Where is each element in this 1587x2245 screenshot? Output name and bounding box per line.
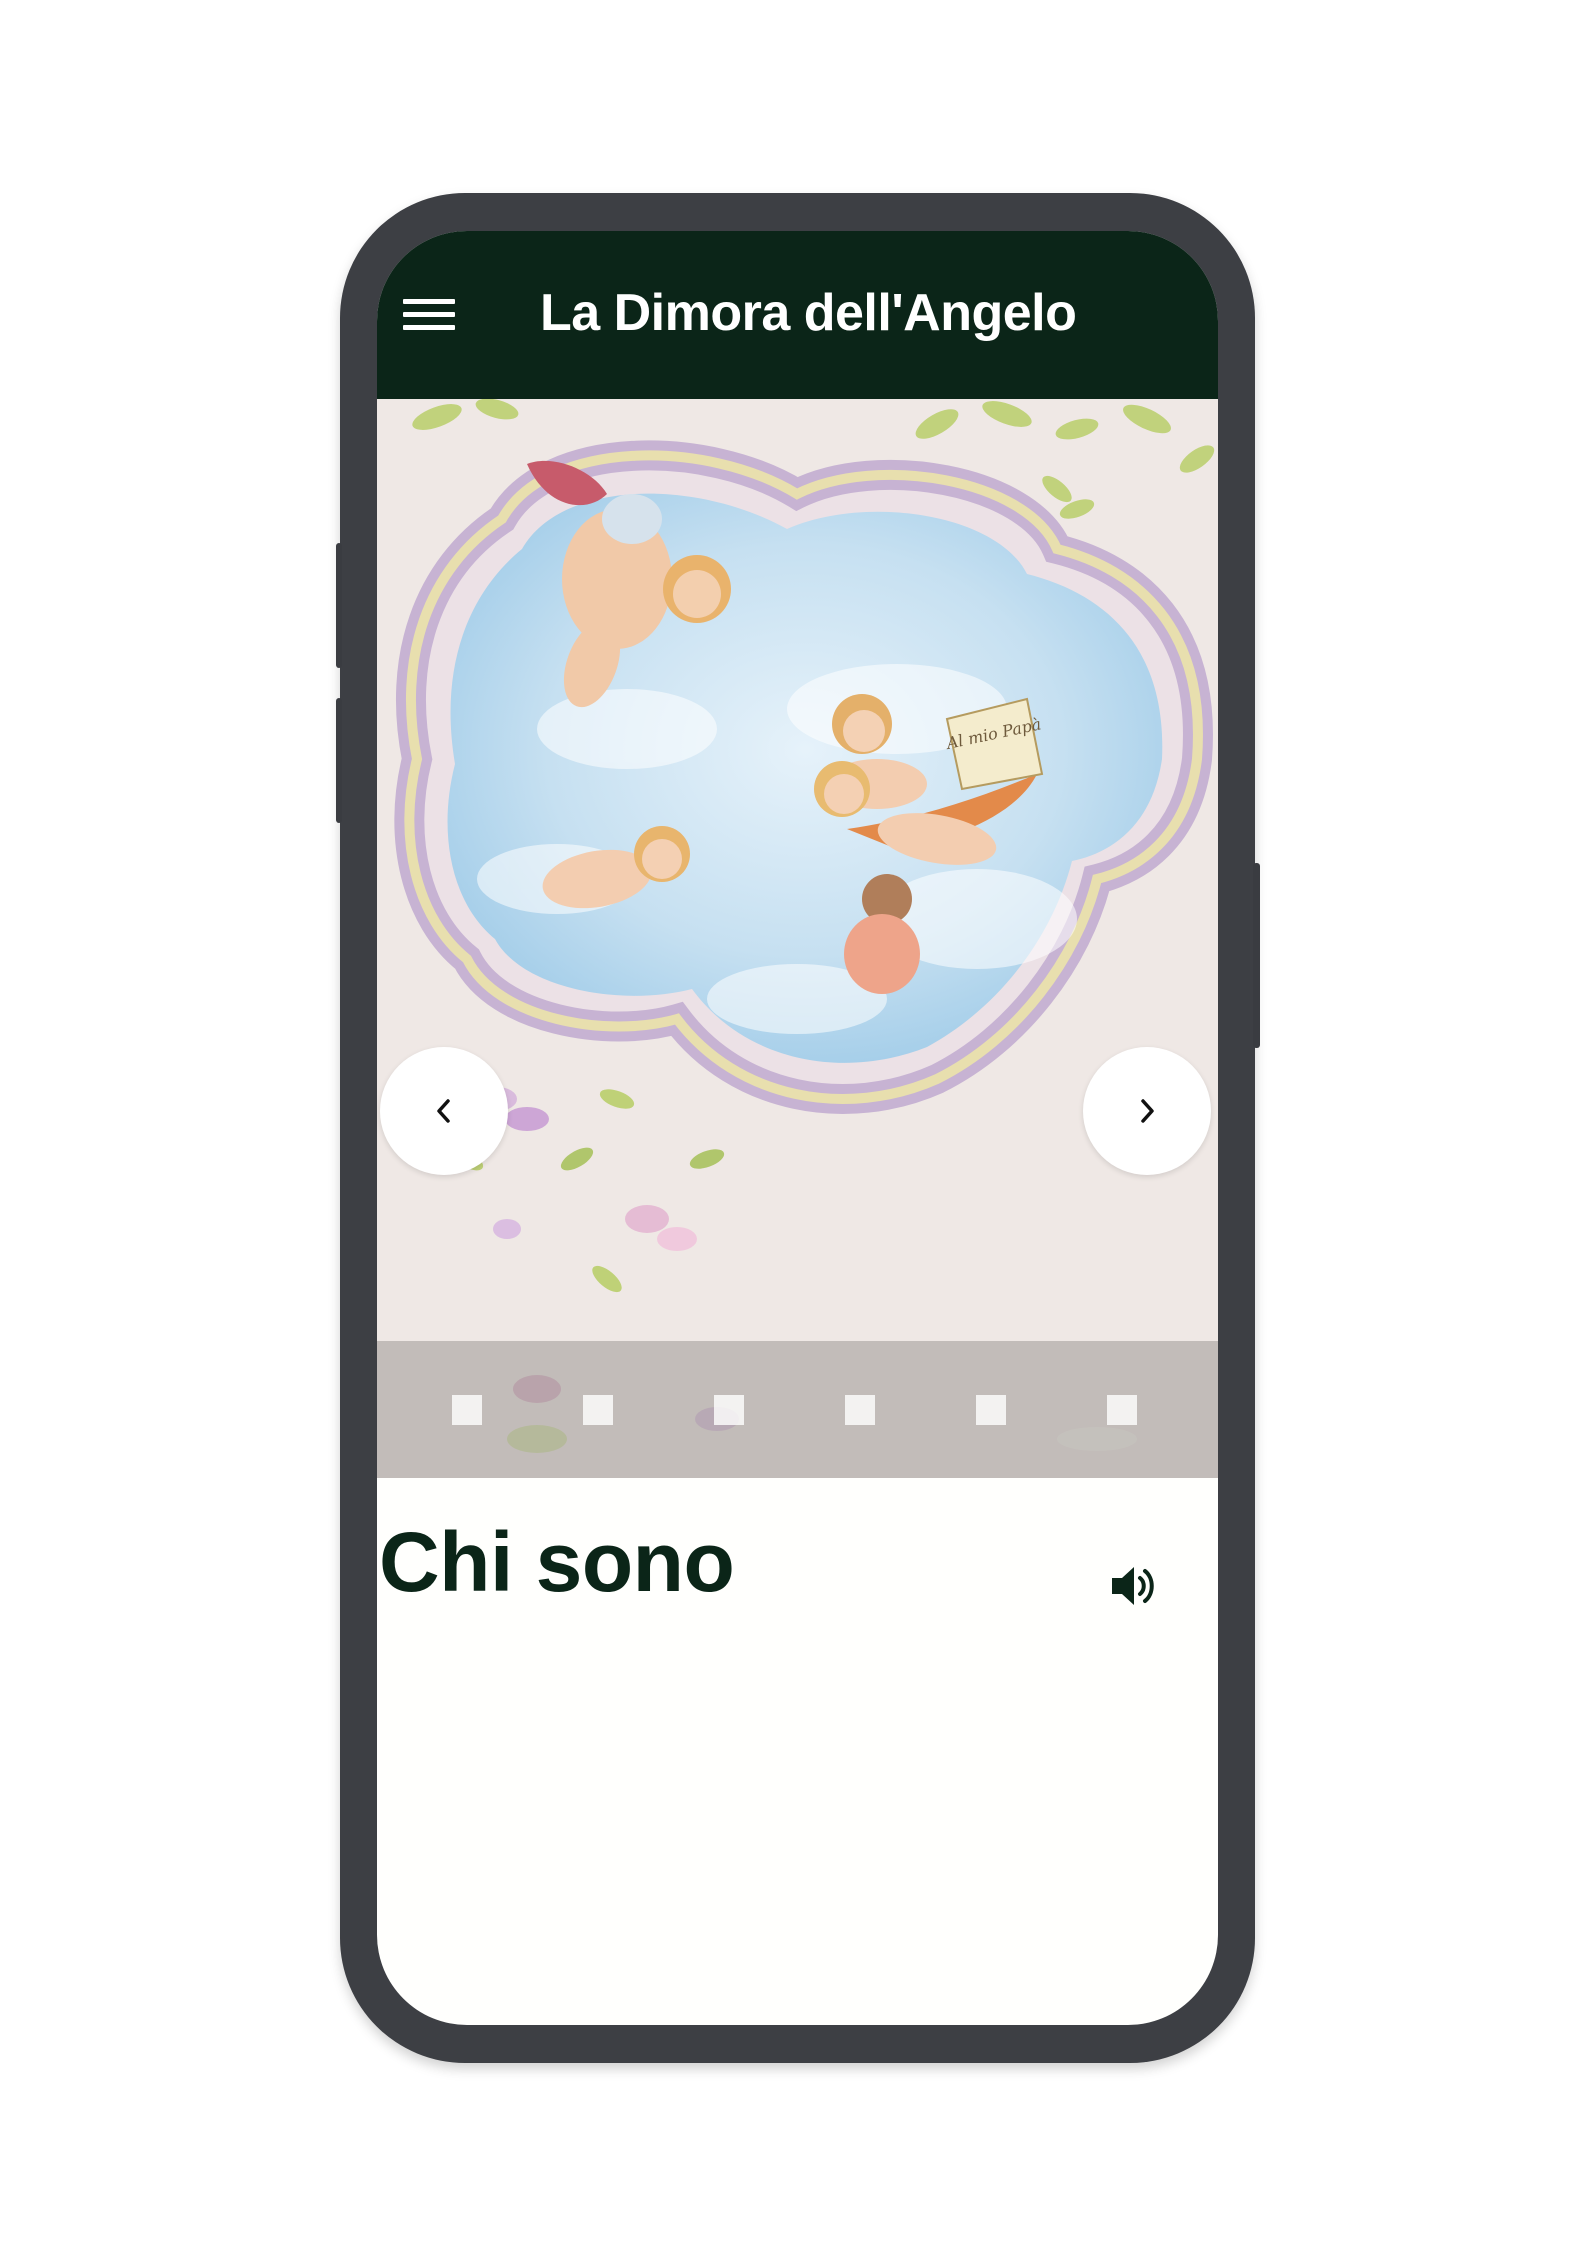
app-title: La Dimora dell'Angelo [540, 284, 1077, 342]
fresco-image: Al mio Papà [377, 399, 1218, 1478]
hamburger-menu-icon[interactable] [403, 297, 457, 333]
carousel-next-button[interactable] [1083, 1047, 1211, 1175]
volume-up-button [336, 543, 342, 668]
speaker-icon[interactable] [1104, 1558, 1160, 1614]
carousel-dot[interactable] [714, 1395, 744, 1425]
image-carousel[interactable]: Al mio Papà [377, 399, 1218, 1478]
carousel-dot[interactable] [452, 1395, 482, 1425]
power-button [1253, 863, 1260, 1048]
carousel-dot[interactable] [583, 1395, 613, 1425]
carousel-dot[interactable] [1107, 1395, 1137, 1425]
carousel-indicator-bar [377, 1341, 1218, 1478]
carousel-dot[interactable] [976, 1395, 1006, 1425]
app-bar: La Dimora dell'Angelo [377, 231, 1218, 399]
chevron-left-icon [437, 1099, 450, 1123]
carousel-prev-button[interactable] [380, 1047, 508, 1175]
section-title: Chi sono [379, 1515, 735, 1609]
phone-screen: La Dimora dell'Angelo Al mio Papà Chi so… [377, 231, 1218, 2025]
phone-frame: La Dimora dell'Angelo Al mio Papà Chi so… [336, 193, 1260, 2063]
chevron-right-icon [1141, 1099, 1154, 1123]
carousel-dot[interactable] [845, 1395, 875, 1425]
volume-down-button [336, 698, 342, 823]
